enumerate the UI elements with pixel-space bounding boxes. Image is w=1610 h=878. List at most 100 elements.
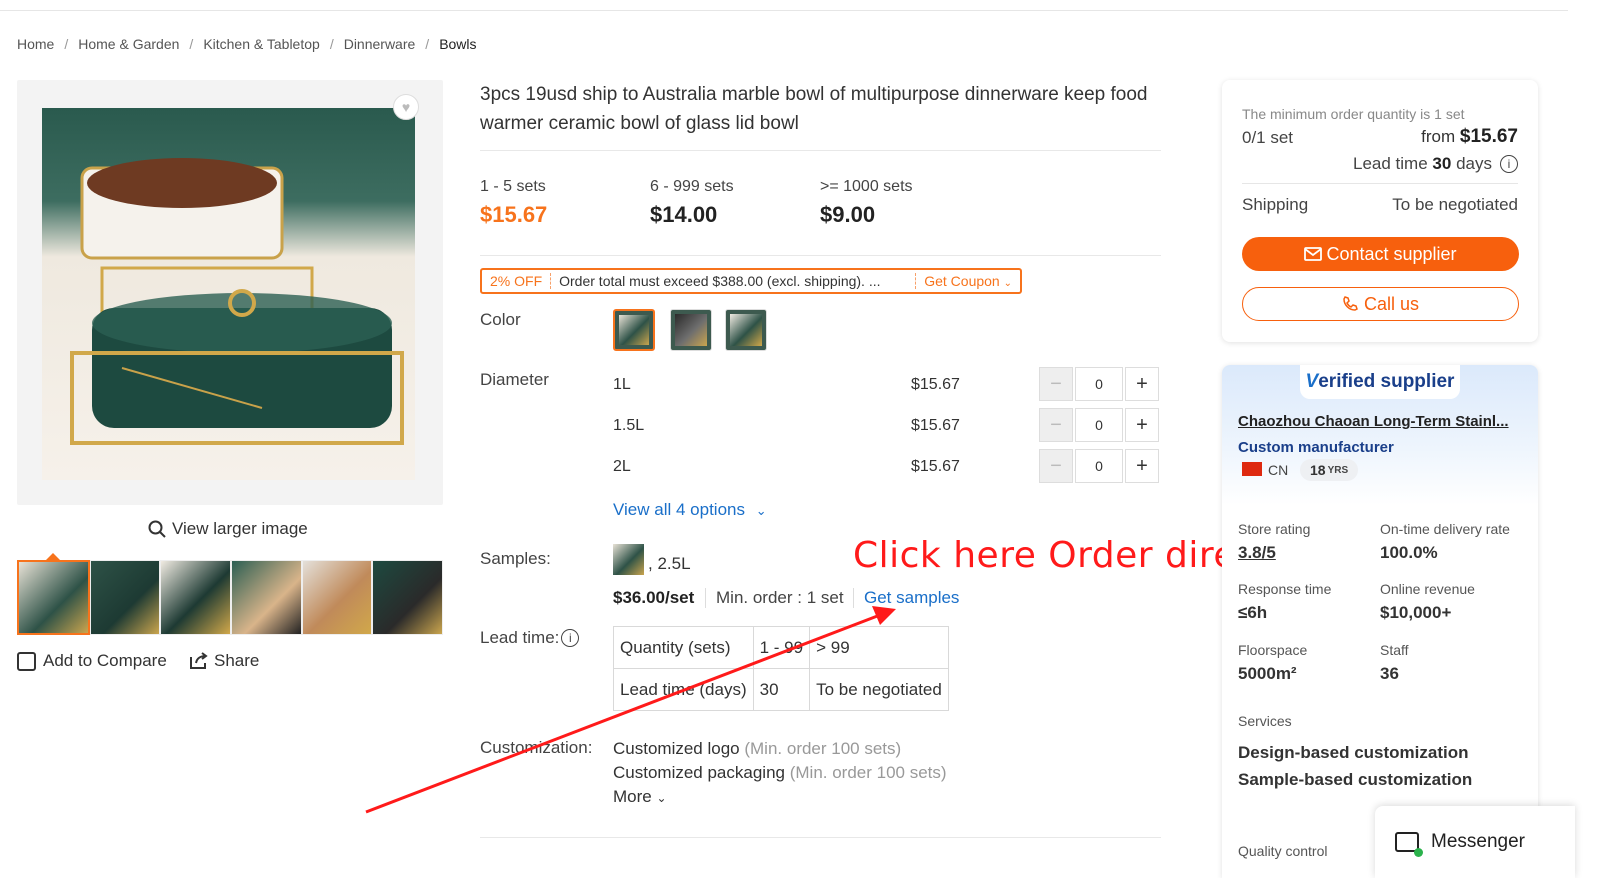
decrease-button[interactable]: −	[1039, 408, 1073, 442]
table-cell: 30	[752, 668, 811, 711]
breadcrumb-separator: /	[329, 36, 334, 52]
stat-label: Staff	[1380, 642, 1409, 658]
thumb-selected-caret	[46, 553, 60, 560]
view-larger-image-button[interactable]: View larger image	[148, 519, 308, 539]
service-item: Sample-based customization	[1238, 770, 1473, 789]
supplier-country: CN	[1268, 462, 1289, 478]
years-value: 18	[1310, 462, 1326, 478]
decrease-button[interactable]: −	[1039, 367, 1073, 401]
get-coupon-button[interactable]: Get Coupon ⌄	[915, 273, 1020, 289]
services-label: Services	[1238, 713, 1292, 729]
color-swatch-1[interactable]	[613, 309, 655, 351]
diameter-price: $15.67	[911, 458, 960, 475]
stat-value[interactable]: 3.8/5	[1238, 543, 1310, 563]
stat-revenue: Online revenue $10,000+	[1380, 581, 1475, 623]
lead-time-table: Quantity (sets) 1 - 99 > 99 Lead time (d…	[613, 626, 949, 711]
stat-ontime: On-time delivery rate 100.0%	[1380, 521, 1510, 563]
phone-icon	[1343, 296, 1358, 311]
info-icon[interactable]: i	[561, 629, 580, 647]
thumbnail-5[interactable]	[301, 560, 373, 635]
stat-value: ≤6h	[1238, 603, 1268, 622]
color-swatch-3[interactable]	[725, 309, 767, 351]
more-customization-link[interactable]: More ⌄	[613, 787, 667, 807]
share-icon	[190, 652, 208, 669]
samples-label: Samples:	[480, 549, 551, 568]
custom-name: Customized packaging	[613, 763, 785, 782]
online-dot	[1414, 848, 1423, 857]
stat-label: On-time delivery rate	[1380, 521, 1510, 537]
increase-button[interactable]: +	[1125, 449, 1159, 483]
messenger-label: Messenger	[1431, 831, 1525, 852]
price-tier-3: >= 1000 sets $9.00	[820, 178, 913, 228]
diameter-name: 1.5L	[613, 417, 645, 434]
from-price: from $15.67	[1421, 126, 1518, 148]
lead-time-label-wrap: Lead time: i	[480, 628, 580, 648]
main-product-image[interactable]: ♥	[17, 80, 443, 505]
increase-button[interactable]: +	[1125, 408, 1159, 442]
increase-button[interactable]: +	[1125, 367, 1159, 401]
get-samples-link[interactable]: Get samples	[853, 588, 959, 608]
supplier-type: Custom manufacturer	[1238, 439, 1394, 456]
quality-control-label: Quality control	[1238, 843, 1328, 859]
breadcrumb-kitchen[interactable]: Kitchen & Tabletop	[203, 36, 320, 52]
stat-response: Response time ≤6h	[1238, 581, 1331, 623]
share-button[interactable]: Share	[188, 651, 259, 671]
color-swatch-2[interactable]	[670, 309, 712, 351]
magnifier-icon	[148, 520, 166, 538]
coupon-off: 2% OFF	[482, 273, 552, 289]
color-label: Color	[480, 310, 521, 329]
diameter-price: $15.67	[911, 417, 960, 434]
diameter-row: 2L $15.67 − 0 +	[613, 449, 1161, 485]
supplier-name-link[interactable]: Chaozhou Chaoan Long-Term Stainl...	[1238, 413, 1523, 430]
lead-suffix: days	[1456, 154, 1492, 173]
decrease-button[interactable]: −	[1039, 449, 1073, 483]
quantity-input[interactable]: 0	[1075, 367, 1123, 401]
table-cell: Quantity (sets)	[613, 626, 754, 669]
stat-value: 5000m²	[1238, 664, 1297, 683]
quantity-stepper: − 0 +	[1039, 408, 1159, 442]
table-cell: Lead time (days)	[613, 668, 754, 711]
messenger-button[interactable]: Messenger	[1375, 806, 1575, 878]
view-all-label: View all 4 options	[613, 500, 745, 519]
breadcrumb-separator: /	[189, 36, 194, 52]
view-larger-label: View larger image	[172, 519, 308, 538]
stat-label: Floorspace	[1238, 642, 1308, 658]
stat-label: Online revenue	[1380, 581, 1475, 597]
contact-supplier-button[interactable]: Contact supplier	[1242, 237, 1519, 271]
thumbnail-2[interactable]	[89, 560, 161, 635]
price-tier-1: 1 - 5 sets $15.67	[480, 178, 547, 228]
quantity-input[interactable]: 0	[1075, 449, 1123, 483]
view-all-options-link[interactable]: View all 4 options ⌄	[613, 500, 767, 520]
sample-variant: , 2.5L	[648, 554, 691, 573]
product-photo	[42, 108, 415, 480]
lead-time-label: Lead time:	[480, 628, 560, 647]
add-to-compare[interactable]: Add to Compare	[17, 651, 167, 671]
info-icon[interactable]: i	[1500, 155, 1518, 173]
thumbnail-4[interactable]	[231, 560, 302, 635]
call-us-button[interactable]: Call us	[1242, 287, 1519, 321]
chat-icon	[1395, 832, 1423, 857]
table-cell: 1 - 99	[752, 626, 811, 669]
mail-icon	[1304, 247, 1323, 261]
custom-note: (Min. order 100 sets)	[744, 739, 902, 758]
breadcrumb-home-garden[interactable]: Home & Garden	[78, 36, 179, 52]
breadcrumb-home[interactable]: Home	[17, 36, 54, 52]
thumbnail-6[interactable]	[372, 560, 444, 635]
thumbnail-3[interactable]	[160, 560, 232, 635]
favorite-heart-icon[interactable]: ♥	[393, 94, 419, 120]
call-label: Call us	[1363, 293, 1420, 314]
supplier-card: Verified supplier Chaozhou Chaoan Long-T…	[1222, 365, 1538, 878]
top-divider	[0, 10, 1568, 11]
breadcrumb-dinnerware[interactable]: Dinnerware	[344, 36, 416, 52]
divider	[480, 150, 1161, 151]
thumbnail-1[interactable]	[17, 560, 90, 635]
compare-checkbox[interactable]	[17, 651, 36, 671]
breadcrumb-bowls[interactable]: Bowls	[439, 36, 476, 52]
quantity-input[interactable]: 0	[1075, 408, 1123, 442]
tier-quantity: 6 - 999 sets	[650, 178, 734, 195]
breadcrumb-separator: /	[64, 36, 69, 52]
verified-text: erified supplier	[1318, 371, 1455, 392]
lead-days: 30	[1432, 154, 1452, 173]
breadcrumb-separator: /	[425, 36, 430, 52]
service-item: Design-based customization	[1238, 743, 1469, 762]
